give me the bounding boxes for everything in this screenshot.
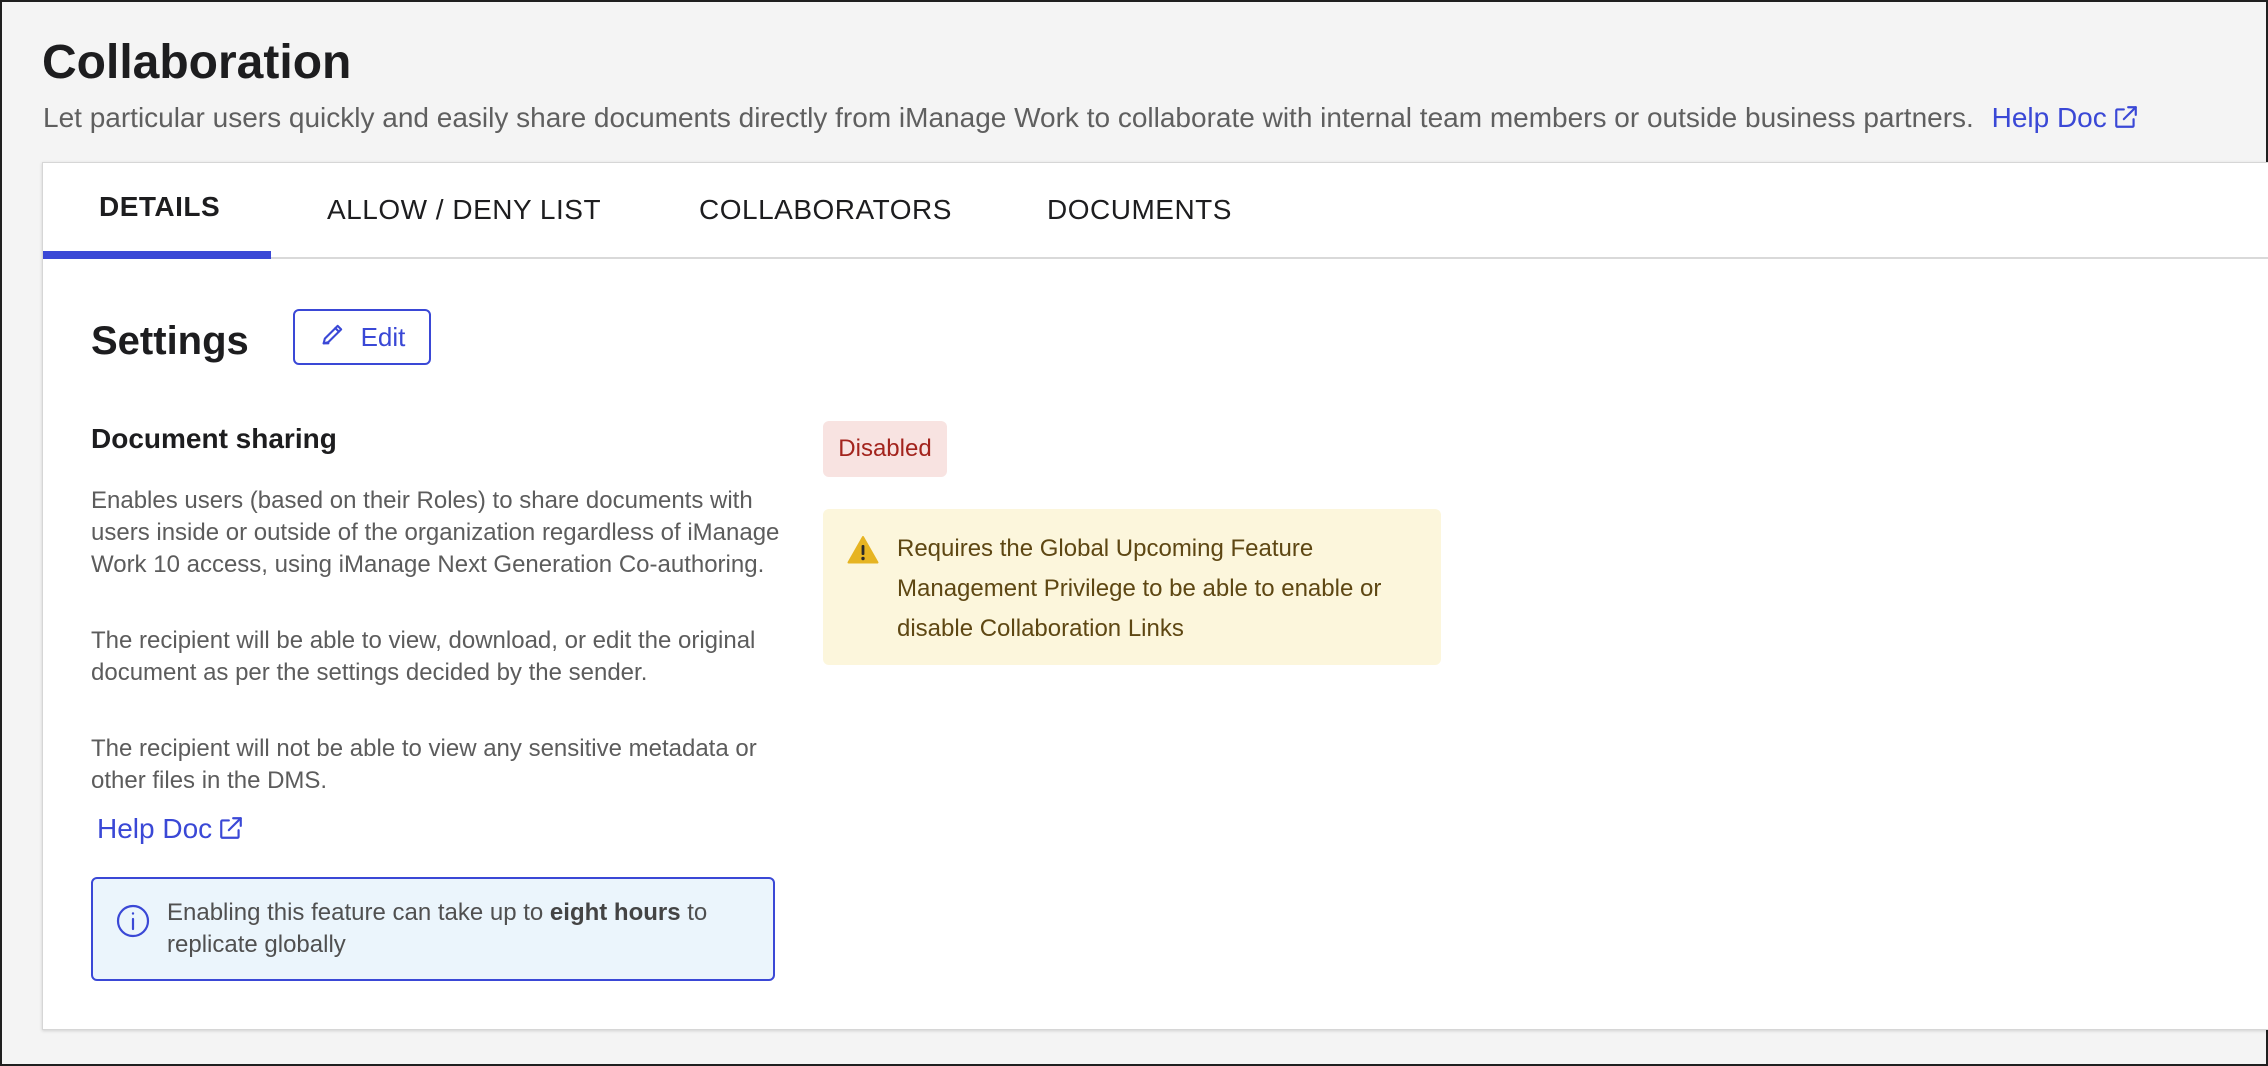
warning-triangle-icon	[847, 535, 879, 570]
external-link-icon	[218, 812, 244, 852]
edit-button-label: Edit	[360, 321, 406, 352]
description-paragraph: The recipient will not be able to view a…	[91, 735, 757, 794]
app-frame: Collaboration Let particular users quick…	[0, 0, 2268, 1066]
replication-info-notice: Enabling this feature can take up to eig…	[91, 877, 775, 981]
document-sharing-help-link[interactable]: Help Doc	[97, 809, 244, 852]
page-subtitle: Let particular users quickly and easily …	[43, 98, 2268, 141]
privilege-warning: Requires the Global Upcoming Feature Man…	[823, 509, 1441, 665]
help-doc-link[interactable]: Help Doc	[1992, 102, 2139, 133]
info-circle-icon	[115, 903, 151, 944]
tab-details[interactable]: DETAILS	[99, 163, 220, 259]
description-paragraph: Enables users (based on their Roles) to …	[91, 487, 780, 578]
edit-button[interactable]: Edit	[293, 309, 431, 365]
active-tab-indicator	[43, 251, 271, 259]
subtitle-text: Let particular users quickly and easily …	[43, 102, 1974, 133]
document-sharing-title: Document sharing	[91, 423, 337, 454]
tab-documents[interactable]: DOCUMENTS	[1047, 163, 1232, 259]
status-badge: Disabled	[823, 421, 947, 477]
external-link-icon	[2113, 101, 2139, 141]
tab-collaborators[interactable]: COLLABORATORS	[699, 163, 952, 259]
info-text-prefix: Enabling this feature can take up to	[167, 899, 550, 926]
tab-allow-deny-list[interactable]: ALLOW / DENY LIST	[327, 163, 601, 259]
info-text-emphasis: eight hours	[549, 899, 681, 926]
help-doc-label: Help Doc	[1991, 102, 2107, 133]
page-title: Collaboration	[42, 36, 352, 89]
tab-bar: DETAILS ALLOW / DENY LIST COLLABORATORS …	[43, 163, 2268, 259]
pencil-icon	[319, 320, 347, 355]
warning-text: Requires the Global Upcoming Feature Man…	[897, 535, 1382, 642]
help-doc-label: Help Doc	[97, 813, 213, 844]
description-paragraph: The recipient will be able to view, down…	[91, 627, 756, 686]
info-notice-text: Enabling this feature can take up to eig…	[167, 897, 767, 961]
details-card: DETAILS ALLOW / DENY LIST COLLABORATORS …	[42, 162, 2268, 1030]
settings-heading: Settings	[91, 319, 249, 363]
